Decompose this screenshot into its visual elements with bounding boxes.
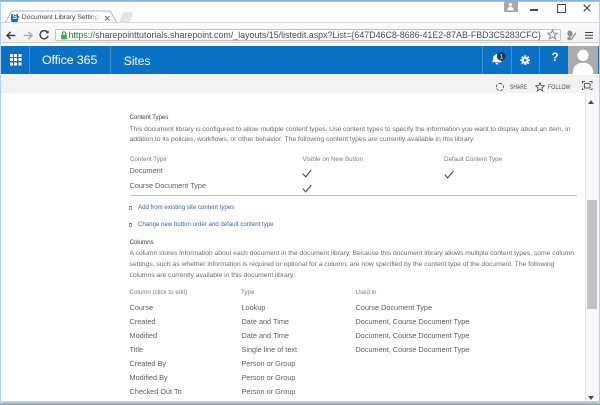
svg-text:1: 1	[499, 53, 503, 60]
